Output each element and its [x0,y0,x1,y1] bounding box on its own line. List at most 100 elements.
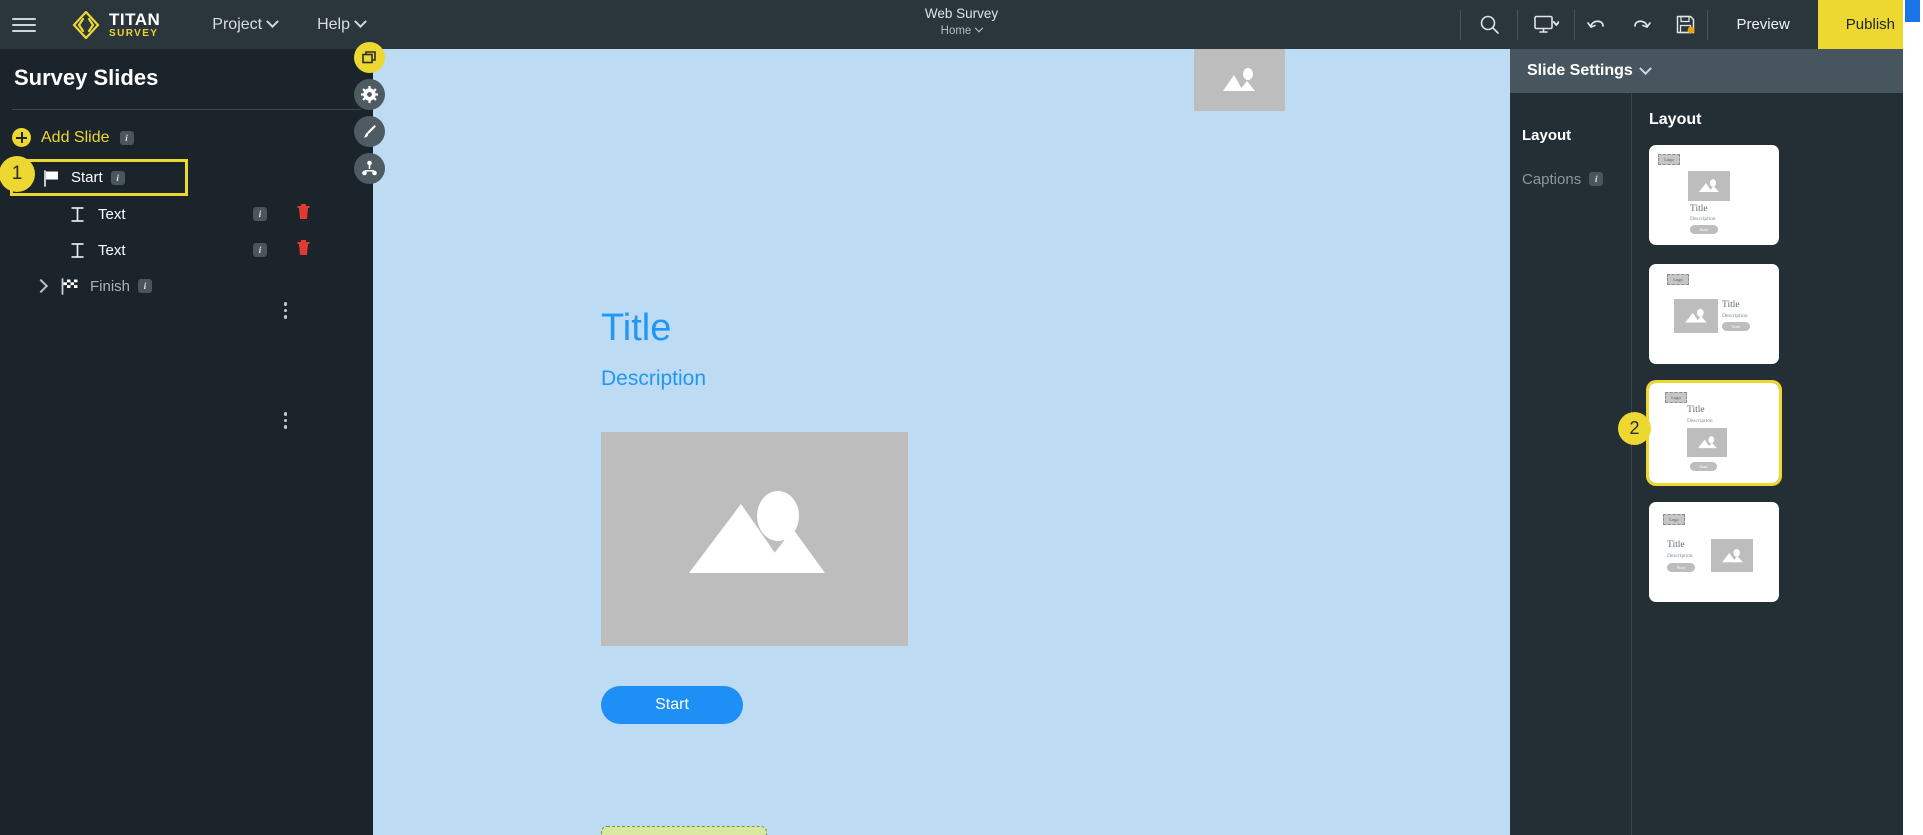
paintbrush-theme-icon[interactable] [354,116,385,147]
thumb-image-placeholder [1674,299,1718,333]
page-scrollbar-track-lower[interactable] [1903,93,1923,835]
save-button[interactable] [1663,0,1707,49]
settings-nav-layout[interactable]: Layout [1510,113,1631,157]
top-toolbar: TITAN SURVEY Project Help Web Survey Hom… [0,0,1923,49]
thumb-start-button: Start [1690,225,1718,234]
undo-icon [1587,19,1605,28]
document-breadcrumb[interactable]: Home [940,23,984,37]
brand-subtitle: SURVEY [109,27,159,39]
thumb-description: Description [1687,418,1713,424]
tree-node-finish-label: Finish [90,277,131,295]
divider [12,109,361,110]
info-icon[interactable]: i [110,170,125,185]
undo-button[interactable] [1575,0,1619,49]
slide-start-button[interactable]: Start [601,686,743,724]
tree-child-text-1[interactable]: Text i [0,196,373,232]
thumb-description: Description [1690,216,1716,222]
tree-child-text-2[interactable]: Text i [0,232,373,268]
search-button[interactable] [1461,0,1517,49]
tree-node-start-menu[interactable] [283,302,287,319]
tree-child-text-2-label: Text [98,241,126,259]
image-placeholder-icon [688,491,825,573]
thumb-start-button: Start [1667,563,1695,572]
device-preview-selector[interactable] [1518,0,1574,49]
slide-settings-header: Slide Settings [1510,49,1903,93]
layout-option-stacked-image-top[interactable]: Logo Title Description Start [1649,145,1779,245]
slide-description[interactable]: Description [601,367,706,391]
layout-section-title: Layout [1649,111,1702,128]
add-slide-label: Add Slide [41,128,110,146]
page-scrollbar-thumb[interactable] [1905,0,1920,22]
slide-settings-body: Layout Captions i Layout Logo Title Desc… [1510,93,1903,835]
checkered-flag-icon [60,277,82,295]
main-image-placeholder[interactable] [601,432,908,646]
slide-title[interactable]: Title [601,307,671,350]
flow-nodes-icon[interactable] [354,153,385,184]
thumb-title: Title [1722,300,1740,310]
survey-slides-sidebar: Survey Slides Add Slide i 1 Start i Text… [0,49,373,835]
image-placeholder-icon [1222,68,1255,91]
chevron-right-icon[interactable] [33,278,49,294]
chevron-down-icon [266,15,279,29]
chevron-down-icon [975,23,984,33]
layout-option-title-above-image[interactable]: 2 Logo Title Description Start [1618,380,1782,486]
image-placeholder-icon [1685,308,1707,323]
thumb-logo-placeholder: Logo [1658,154,1680,165]
thumb-start-button: Start [1690,462,1717,471]
nav-item-project-label: Project [212,15,263,33]
nav-item-help[interactable]: Help [317,15,367,34]
thumb-logo-placeholder: Logo [1667,274,1689,285]
thumb-image-placeholder [1688,171,1730,201]
thumb-title: Title [1667,540,1685,550]
app-root: TITAN SURVEY Project Help Web Survey Hom… [0,0,1923,835]
toolbar-actions: Preview Publish [1460,0,1923,49]
preview-button[interactable]: Preview [1708,0,1817,49]
step-badge-1: 1 [0,156,35,192]
image-placeholder-icon [1721,548,1743,562]
nav-item-help-label: Help [317,15,350,33]
layout-option-image-left[interactable]: Logo Title Description Start [1649,264,1779,364]
thumb-logo-placeholder: Logo [1665,392,1687,403]
tree-child-row: Text i [0,232,373,268]
main-nav: Project Help [212,15,367,34]
hamburger-menu-icon[interactable] [12,17,36,32]
settings-nav: Layout Captions i [1510,93,1632,835]
info-icon[interactable]: i [138,279,153,293]
slide-canvas[interactable]: Title Description Start Add Text / Media [373,49,1510,835]
delete-icon[interactable] [296,203,311,225]
info-icon[interactable]: i [253,243,267,257]
redo-button[interactable] [1619,0,1663,49]
tree-node-finish[interactable]: Finish i [0,268,373,304]
layout-option-image-right[interactable]: Logo Title Description Start [1649,502,1779,602]
add-slide-button[interactable]: Add Slide i [12,128,373,147]
thumb-title: Title [1687,405,1705,415]
thumb-title: Title [1690,204,1708,214]
image-placeholder-icon [1699,179,1719,192]
brand-logo: TITAN SURVEY [72,10,160,39]
nav-item-project[interactable]: Project [212,15,279,34]
chevron-down-icon [354,15,367,29]
gear-settings-icon[interactable] [354,79,385,110]
slide-settings-toggle[interactable]: Slide Settings [1527,61,1652,80]
delete-icon[interactable] [296,239,311,261]
desktop-device-icon [1534,15,1559,33]
add-text-media-button[interactable]: Add Text / Media [601,826,767,835]
settings-nav-captions[interactable]: Captions i [1510,157,1631,201]
document-breadcrumb-label: Home [940,25,972,37]
thumb-description: Description [1722,313,1748,319]
tree-child-row: Text i [0,196,373,232]
thumb-image-placeholder [1687,428,1727,457]
settings-nav-layout-label: Layout [1522,126,1572,144]
info-icon[interactable]: i [1589,172,1604,186]
tree-node-start[interactable]: 1 Start i [0,156,188,196]
info-icon[interactable]: i [119,130,134,145]
thumb-logo-placeholder: Logo [1663,514,1685,525]
thumb-start-button: Start [1722,322,1750,331]
image-placeholder-icon [1697,436,1717,449]
tree-node-finish-menu[interactable] [283,412,287,429]
layers-copy-icon[interactable] [354,42,385,73]
redo-icon [1634,19,1652,28]
search-icon [1480,15,1499,34]
info-icon[interactable]: i [253,207,267,221]
logo-image-placeholder[interactable] [1194,49,1285,111]
